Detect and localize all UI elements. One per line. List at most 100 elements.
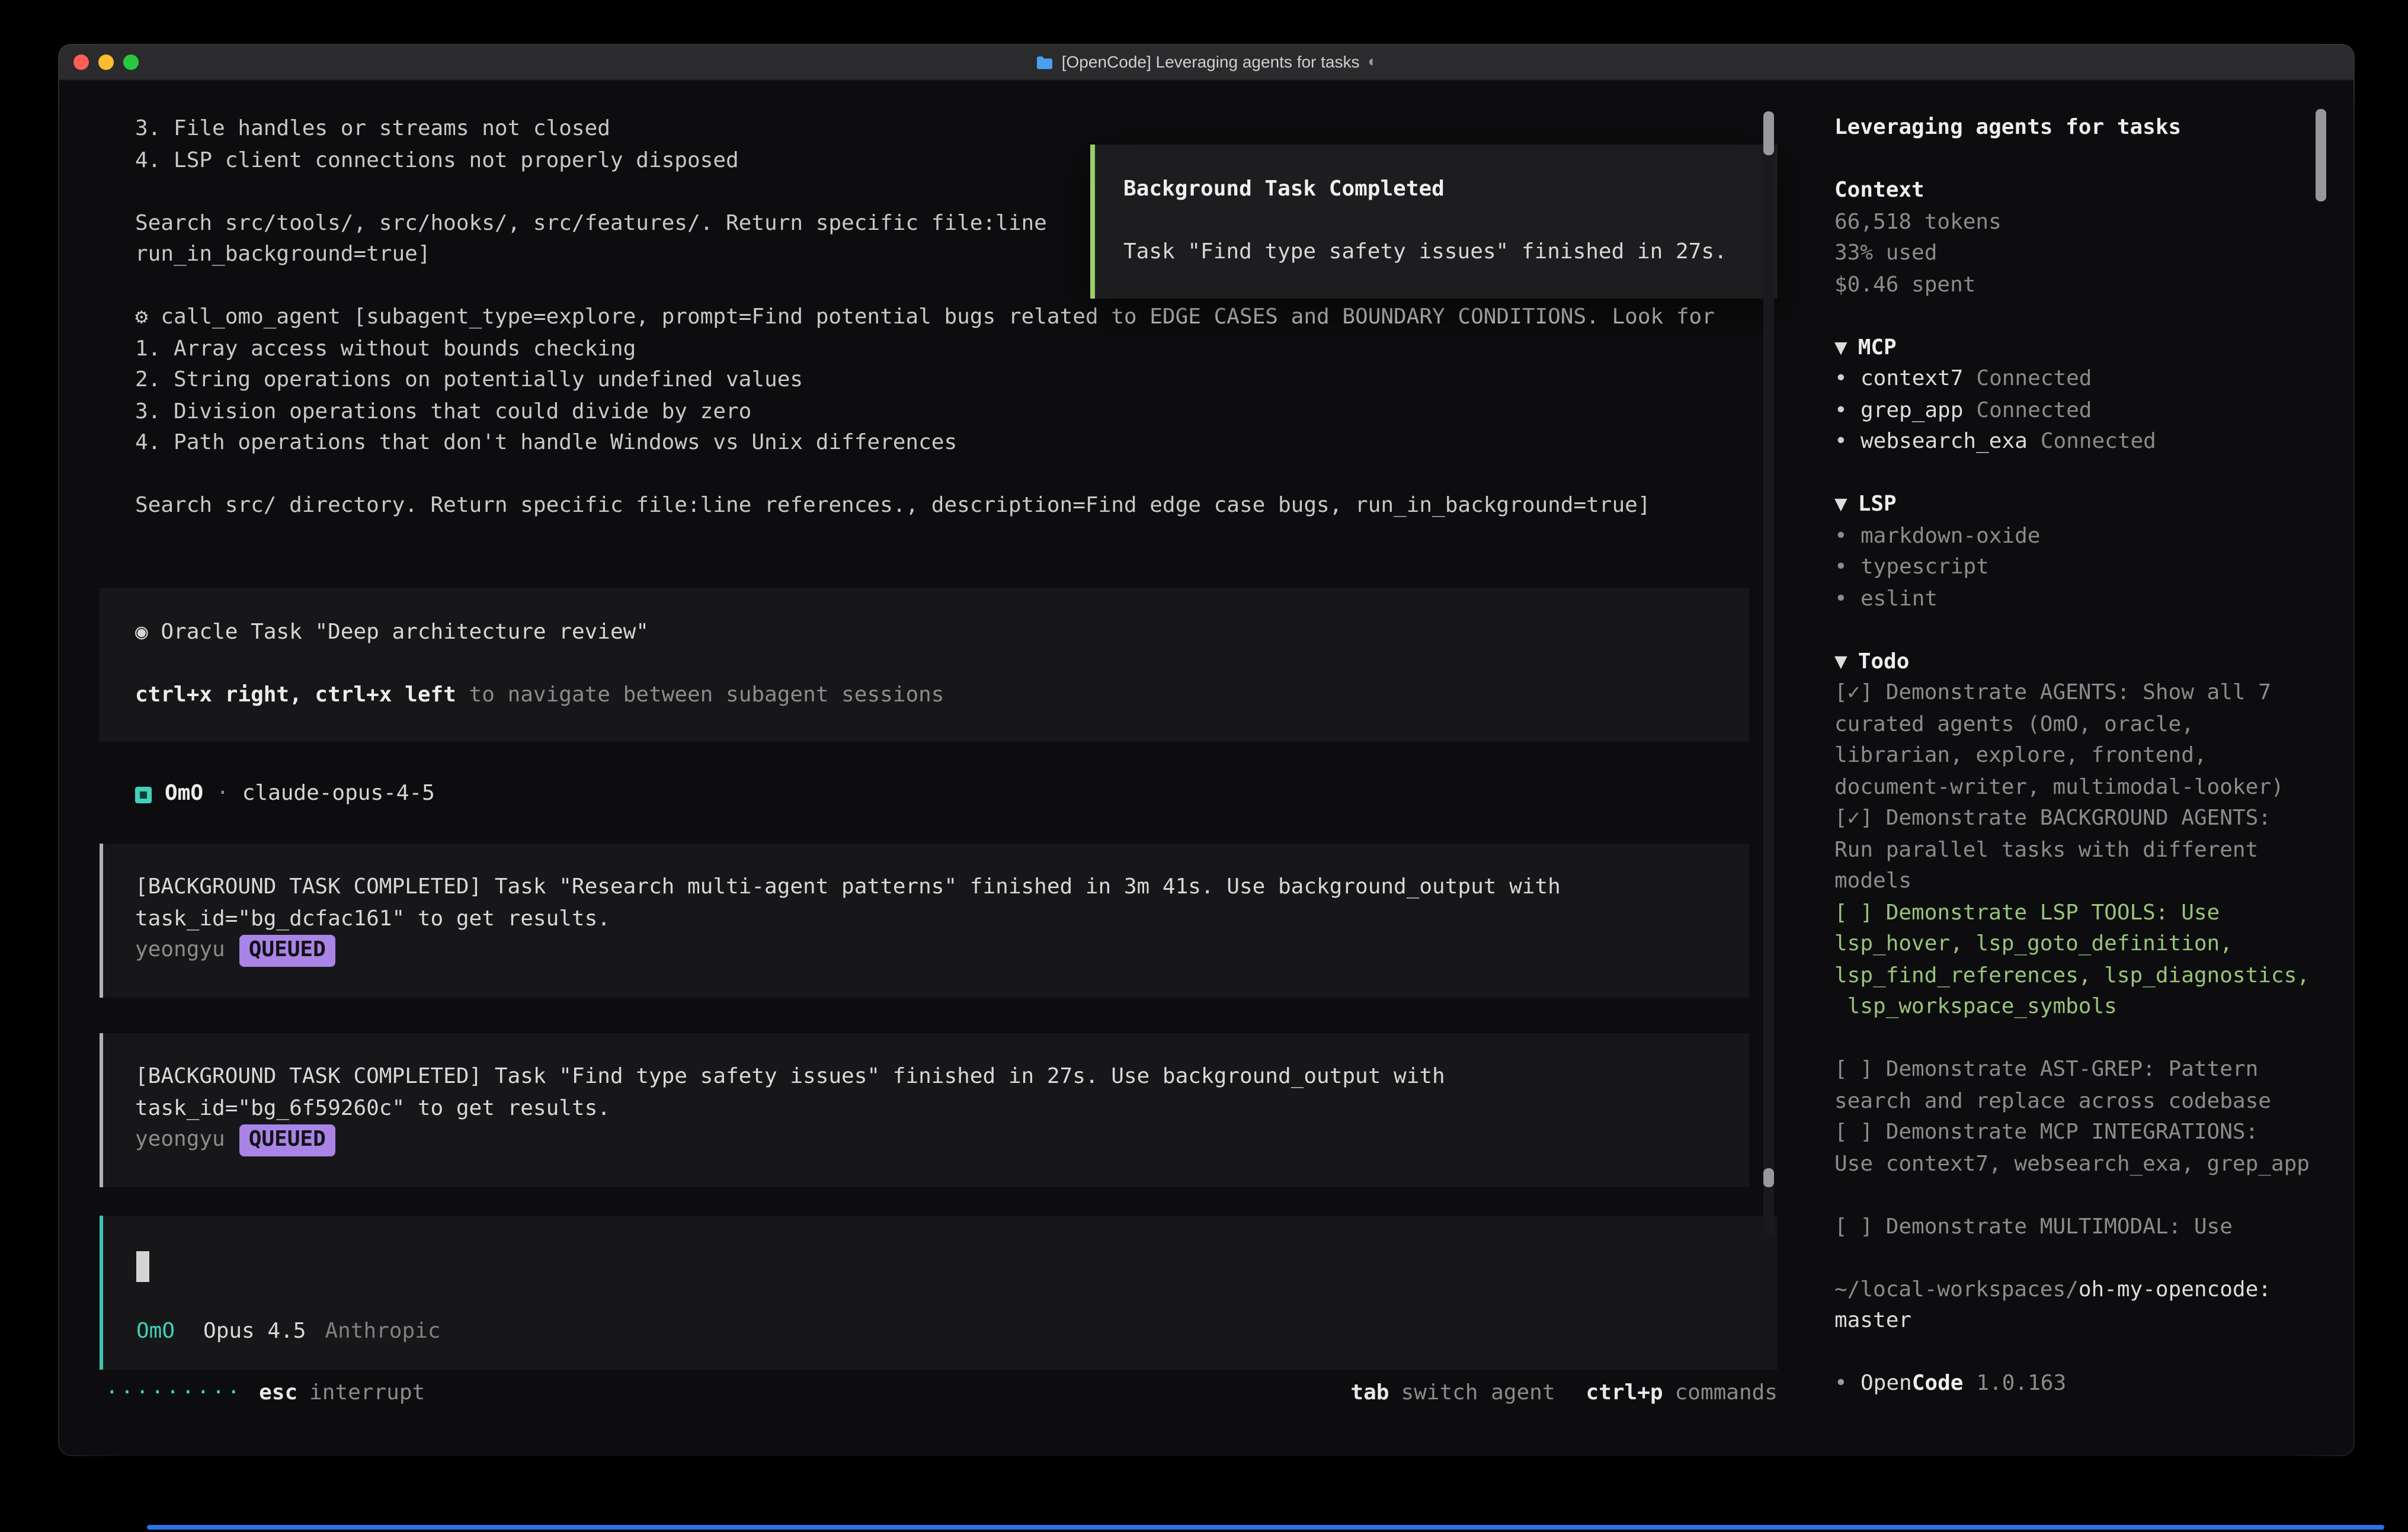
bullet-icon: • <box>1834 584 1861 615</box>
commands-hint-group: ctrl+p commands <box>1586 1379 1778 1410</box>
chat-main-area: 3. File handles or streams not closed 4.… <box>59 81 1808 1455</box>
app-name-code: Code <box>1912 1368 1964 1400</box>
folder-icon <box>1036 55 1054 69</box>
zoom-button[interactable] <box>123 55 139 70</box>
toast-body: Task "Find type safety issues" finished … <box>1123 237 1749 268</box>
bullet-icon: • <box>1834 552 1861 584</box>
lsp-section-header[interactable]: ▼ LSP <box>1834 489 2353 521</box>
lsp-name: typescript <box>1861 552 1989 584</box>
message-block: [BACKGROUND TASK COMPLETED] Task "Find t… <box>100 1033 1749 1187</box>
status-badge: QUEUED <box>239 1124 335 1156</box>
agent-model: claude-opus-4-5 <box>242 779 435 810</box>
session-title: Leveraging agents for tasks <box>1834 113 2353 144</box>
mcp-status: Connected <box>1976 364 2092 395</box>
app-name-open: Open <box>1861 1368 1912 1400</box>
mcp-item: •websearch_exa Connected <box>1834 427 2353 458</box>
message-text: [BACKGROUND TASK COMPLETED] Task "Find t… <box>135 1062 1749 1124</box>
minimize-button[interactable] <box>98 55 114 70</box>
mcp-name: grep_app <box>1861 395 1963 427</box>
chevron-down-icon: ▼ <box>1834 335 1847 360</box>
lsp-name: eslint <box>1861 584 1938 615</box>
lsp-item: •markdown-oxide <box>1834 521 2353 552</box>
chat-scrollbar-thumb[interactable] <box>1763 1168 1774 1187</box>
sidebar-scrollbar[interactable] <box>2316 109 2326 1412</box>
context-stats: 66,518 tokens 33% used $0.46 spent <box>1834 207 2353 301</box>
model-info-row: OmO Opus 4.5 Anthropic <box>136 1316 441 1348</box>
oracle-task-panel: ◉ Oracle Task "Deep architecture review"… <box>100 588 1749 742</box>
session-busy-icon: ◐ <box>1368 47 1378 78</box>
window-title-group: [OpenCode] Leveraging agents for tasks ◐ <box>1036 47 1378 78</box>
traffic-lights <box>73 45 139 79</box>
bullet-icon: • <box>1834 364 1861 395</box>
tab-key-hint: tab <box>1350 1379 1389 1410</box>
workspace-repo: oh-my-opencode: <box>2079 1277 2271 1302</box>
status-badge: QUEUED <box>239 935 335 966</box>
chat-scrollbar[interactable] <box>1763 111 1774 1235</box>
provider-label: Anthropic <box>325 1316 440 1348</box>
todo-item-done: [✓] Demonstrate BACKGROUND AGENTS: Run p… <box>1834 803 2353 898</box>
background-task-toast[interactable]: Background Task Completed Task "Find typ… <box>1090 145 1778 299</box>
message-author: yeongyu <box>135 935 225 966</box>
app-version: 1.0.163 <box>1976 1368 2066 1400</box>
mcp-name: context7 <box>1861 364 1963 395</box>
hint-keys: ctrl+x right, ctrl+x left <box>135 682 456 707</box>
todo-item-pending: [ ] Demonstrate MULTIMODAL: Use <box>1834 1212 2353 1243</box>
lsp-item: •typescript <box>1834 552 2353 584</box>
hint-text: to navigate between subagent sessions <box>456 682 944 707</box>
active-model-label: Opus 4.5 <box>203 1316 306 1348</box>
desktop: [OpenCode] Leveraging agents for tasks ◐… <box>0 0 2408 1532</box>
context-heading: Context <box>1834 175 2353 207</box>
agent-square-icon <box>135 786 152 803</box>
agent-name: OmO <box>165 779 203 810</box>
message-meta: yeongyu QUEUED <box>135 935 1749 966</box>
agent-separator: · <box>216 779 229 810</box>
chevron-down-icon: ▼ <box>1834 649 1847 674</box>
workspace-path-prefix: ~/local-workspaces/ <box>1834 1277 2079 1302</box>
prompt-input[interactable]: OmO Opus 4.5 Anthropic <box>100 1216 1778 1370</box>
ctrlp-key-label: commands <box>1675 1379 1778 1410</box>
todo-item-active: [ ] Demonstrate LSP TOOLS: Use lsp_hover… <box>1834 898 2353 1023</box>
text-cursor <box>136 1251 149 1282</box>
window-titlebar[interactable]: [OpenCode] Leveraging agents for tasks ◐ <box>59 45 2353 81</box>
todo-item-pending: [ ] Demonstrate AST-GREP: Pattern search… <box>1834 1055 2353 1117</box>
message-text: [BACKGROUND TASK COMPLETED] Task "Resear… <box>135 872 1749 935</box>
workspace-branch: master <box>1834 1308 1911 1333</box>
mcp-heading: MCP <box>1858 335 1897 360</box>
esc-key-hint: esc <box>259 1379 297 1410</box>
status-left: ········· esc interrupt <box>105 1379 425 1410</box>
terminal-window: [OpenCode] Leveraging agents for tasks ◐… <box>59 45 2353 1455</box>
toast-title: Background Task Completed <box>1123 174 1749 206</box>
bullet-icon: • <box>1834 395 1861 427</box>
subagent-nav-hint: ctrl+x right, ctrl+x left to navigate be… <box>135 680 1749 711</box>
close-button[interactable] <box>73 55 89 70</box>
session-sidebar: Leveraging agents for tasks Context 66,5… <box>1808 81 2353 1455</box>
ctrlp-key-hint: ctrl+p <box>1586 1379 1663 1410</box>
spinner-dots-icon: ········· <box>105 1379 242 1410</box>
mcp-section-header[interactable]: ▼ MCP <box>1834 332 2353 364</box>
chevron-down-icon: ▼ <box>1834 492 1847 517</box>
window-title: [OpenCode] Leveraging agents for tasks <box>1062 47 1360 78</box>
status-right: tab switch agent ctrl+p commands <box>1320 1379 1778 1410</box>
app-body: 3. File handles or streams not closed 4.… <box>59 81 2353 1455</box>
mcp-item: •context7 Connected <box>1834 364 2353 395</box>
agent-header: OmO · claude-opus-4-5 <box>135 778 435 810</box>
mcp-status: Connected <box>2041 427 2156 458</box>
message-author: yeongyu <box>135 1124 225 1156</box>
message-block: [BACKGROUND TASK COMPLETED] Task "Resear… <box>100 844 1749 998</box>
chat-scrollbar-thumb[interactable] <box>1763 111 1774 155</box>
todo-heading: Todo <box>1858 649 1910 674</box>
status-bar: ········· esc interrupt tab switch agent… <box>105 1378 1778 1410</box>
tab-hint-group: tab switch agent <box>1350 1379 1555 1410</box>
todo-section-header[interactable]: ▼ Todo <box>1834 646 2353 678</box>
bullet-icon: • <box>1834 427 1861 458</box>
sidebar-scrollbar-thumb[interactable] <box>2316 109 2326 201</box>
workspace-path: ~/local-workspaces/oh-my-opencode: maste… <box>1834 1274 2353 1337</box>
todo-item-pending: [ ] Demonstrate MCP INTEGRATIONS: Use co… <box>1834 1117 2353 1180</box>
lsp-heading: LSP <box>1858 492 1897 517</box>
mcp-name: websearch_exa <box>1861 427 2028 458</box>
tab-key-label: switch agent <box>1401 1379 1555 1410</box>
bullet-icon: • <box>1834 1368 1861 1400</box>
record-icon: ◉ <box>135 620 148 645</box>
background-accent-bar <box>147 1525 2384 1530</box>
mcp-item: •grep_appConnected <box>1834 395 2353 427</box>
